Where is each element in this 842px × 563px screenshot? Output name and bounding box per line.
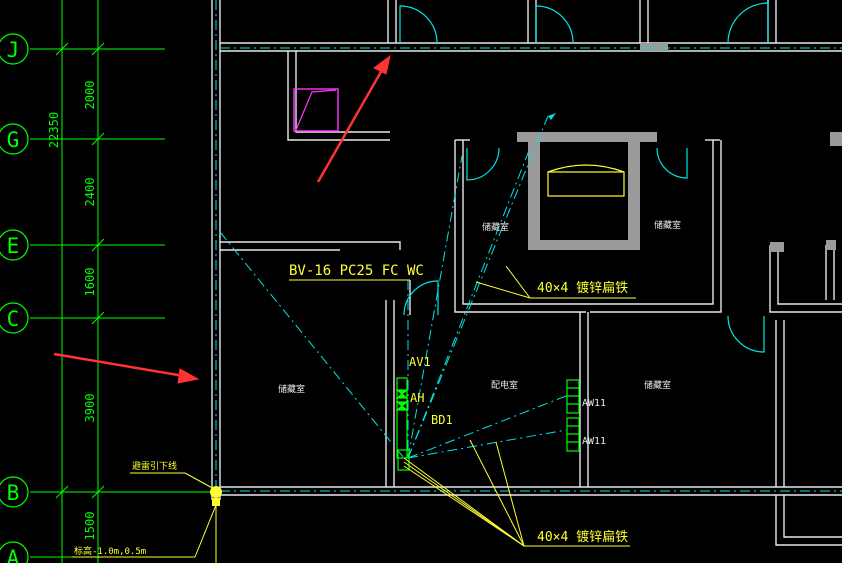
cad-drawing: J G E C B A 22350 2000 2400 1600 3900 15… — [0, 0, 842, 563]
shaft-vent-flap — [295, 89, 337, 131]
equipment-label-aw11-bottom: AW11 — [582, 436, 606, 447]
annotation-leaders — [72, 265, 636, 563]
flat-steel-label-lower: 40×4 镀锌扁铁 — [537, 529, 628, 545]
axis-bubble-e: E — [0, 229, 29, 261]
dimension-segment-1: 2000 — [83, 81, 97, 110]
room-label-storage-right: 储藏室 — [644, 379, 671, 391]
room-label-distribution: 配电室 — [491, 379, 518, 391]
lightning-down-label: 避雷引下线 — [132, 460, 177, 472]
cable-arrow-head — [548, 113, 556, 120]
axis-label-b: B — [7, 481, 20, 505]
shaft-vent — [293, 88, 339, 132]
equipment-label-ah: AH — [410, 391, 424, 405]
axis-label-c: C — [7, 307, 20, 331]
axis-bubble-c: C — [0, 302, 29, 334]
dimension-segment-3: 1600 — [83, 268, 97, 297]
axis-bubble-g: G — [0, 123, 29, 155]
equipment-label-av1: AV1 — [409, 355, 431, 369]
axis-bubble-a: A — [0, 541, 29, 563]
dimension-segment-5: 1500 — [83, 512, 97, 541]
equipment-label-bd1: BD1 — [431, 413, 453, 427]
dimension-segment-4: 3900 — [83, 394, 97, 423]
equipment-label-aw11-top: AW11 — [582, 398, 606, 409]
dimension-total: 22350 — [47, 112, 61, 148]
axis-bubble-b: B — [0, 476, 29, 508]
panel-labels: AW11 AW11 — [582, 398, 606, 447]
dimension-labels: 22350 2000 2400 1600 3900 1500 — [47, 81, 97, 541]
flat-steel-label-upper: 40×4 镀锌扁铁 — [537, 280, 628, 296]
grounding-point-icon — [210, 486, 222, 506]
annotation-texts: BV-16 PC25 FC WC 40×4 镀锌扁铁 40×4 镀锌扁铁 避雷引… — [74, 263, 628, 557]
room-label-storage-top-right: 储藏室 — [654, 219, 681, 231]
elevator-car — [547, 164, 625, 197]
axis-bubbles: J G E C B A — [0, 33, 29, 563]
elevation-label: 标高-1.0m,0.5m — [74, 545, 146, 557]
axis-label-a: A — [7, 546, 20, 563]
arrow-icon — [53, 54, 391, 384]
room-label-storage-left: 储藏室 — [278, 383, 305, 395]
axis-label-j: J — [7, 38, 20, 62]
axis-grid — [30, 0, 210, 563]
axis-label-g: G — [7, 128, 20, 152]
dimension-segment-2: 2400 — [83, 178, 97, 207]
axis-bubble-j: J — [0, 33, 29, 65]
cable-spec-label: BV-16 PC25 FC WC — [289, 263, 424, 279]
axis-label-e: E — [7, 234, 20, 258]
room-label-storage-top: 储藏室 — [482, 221, 509, 233]
